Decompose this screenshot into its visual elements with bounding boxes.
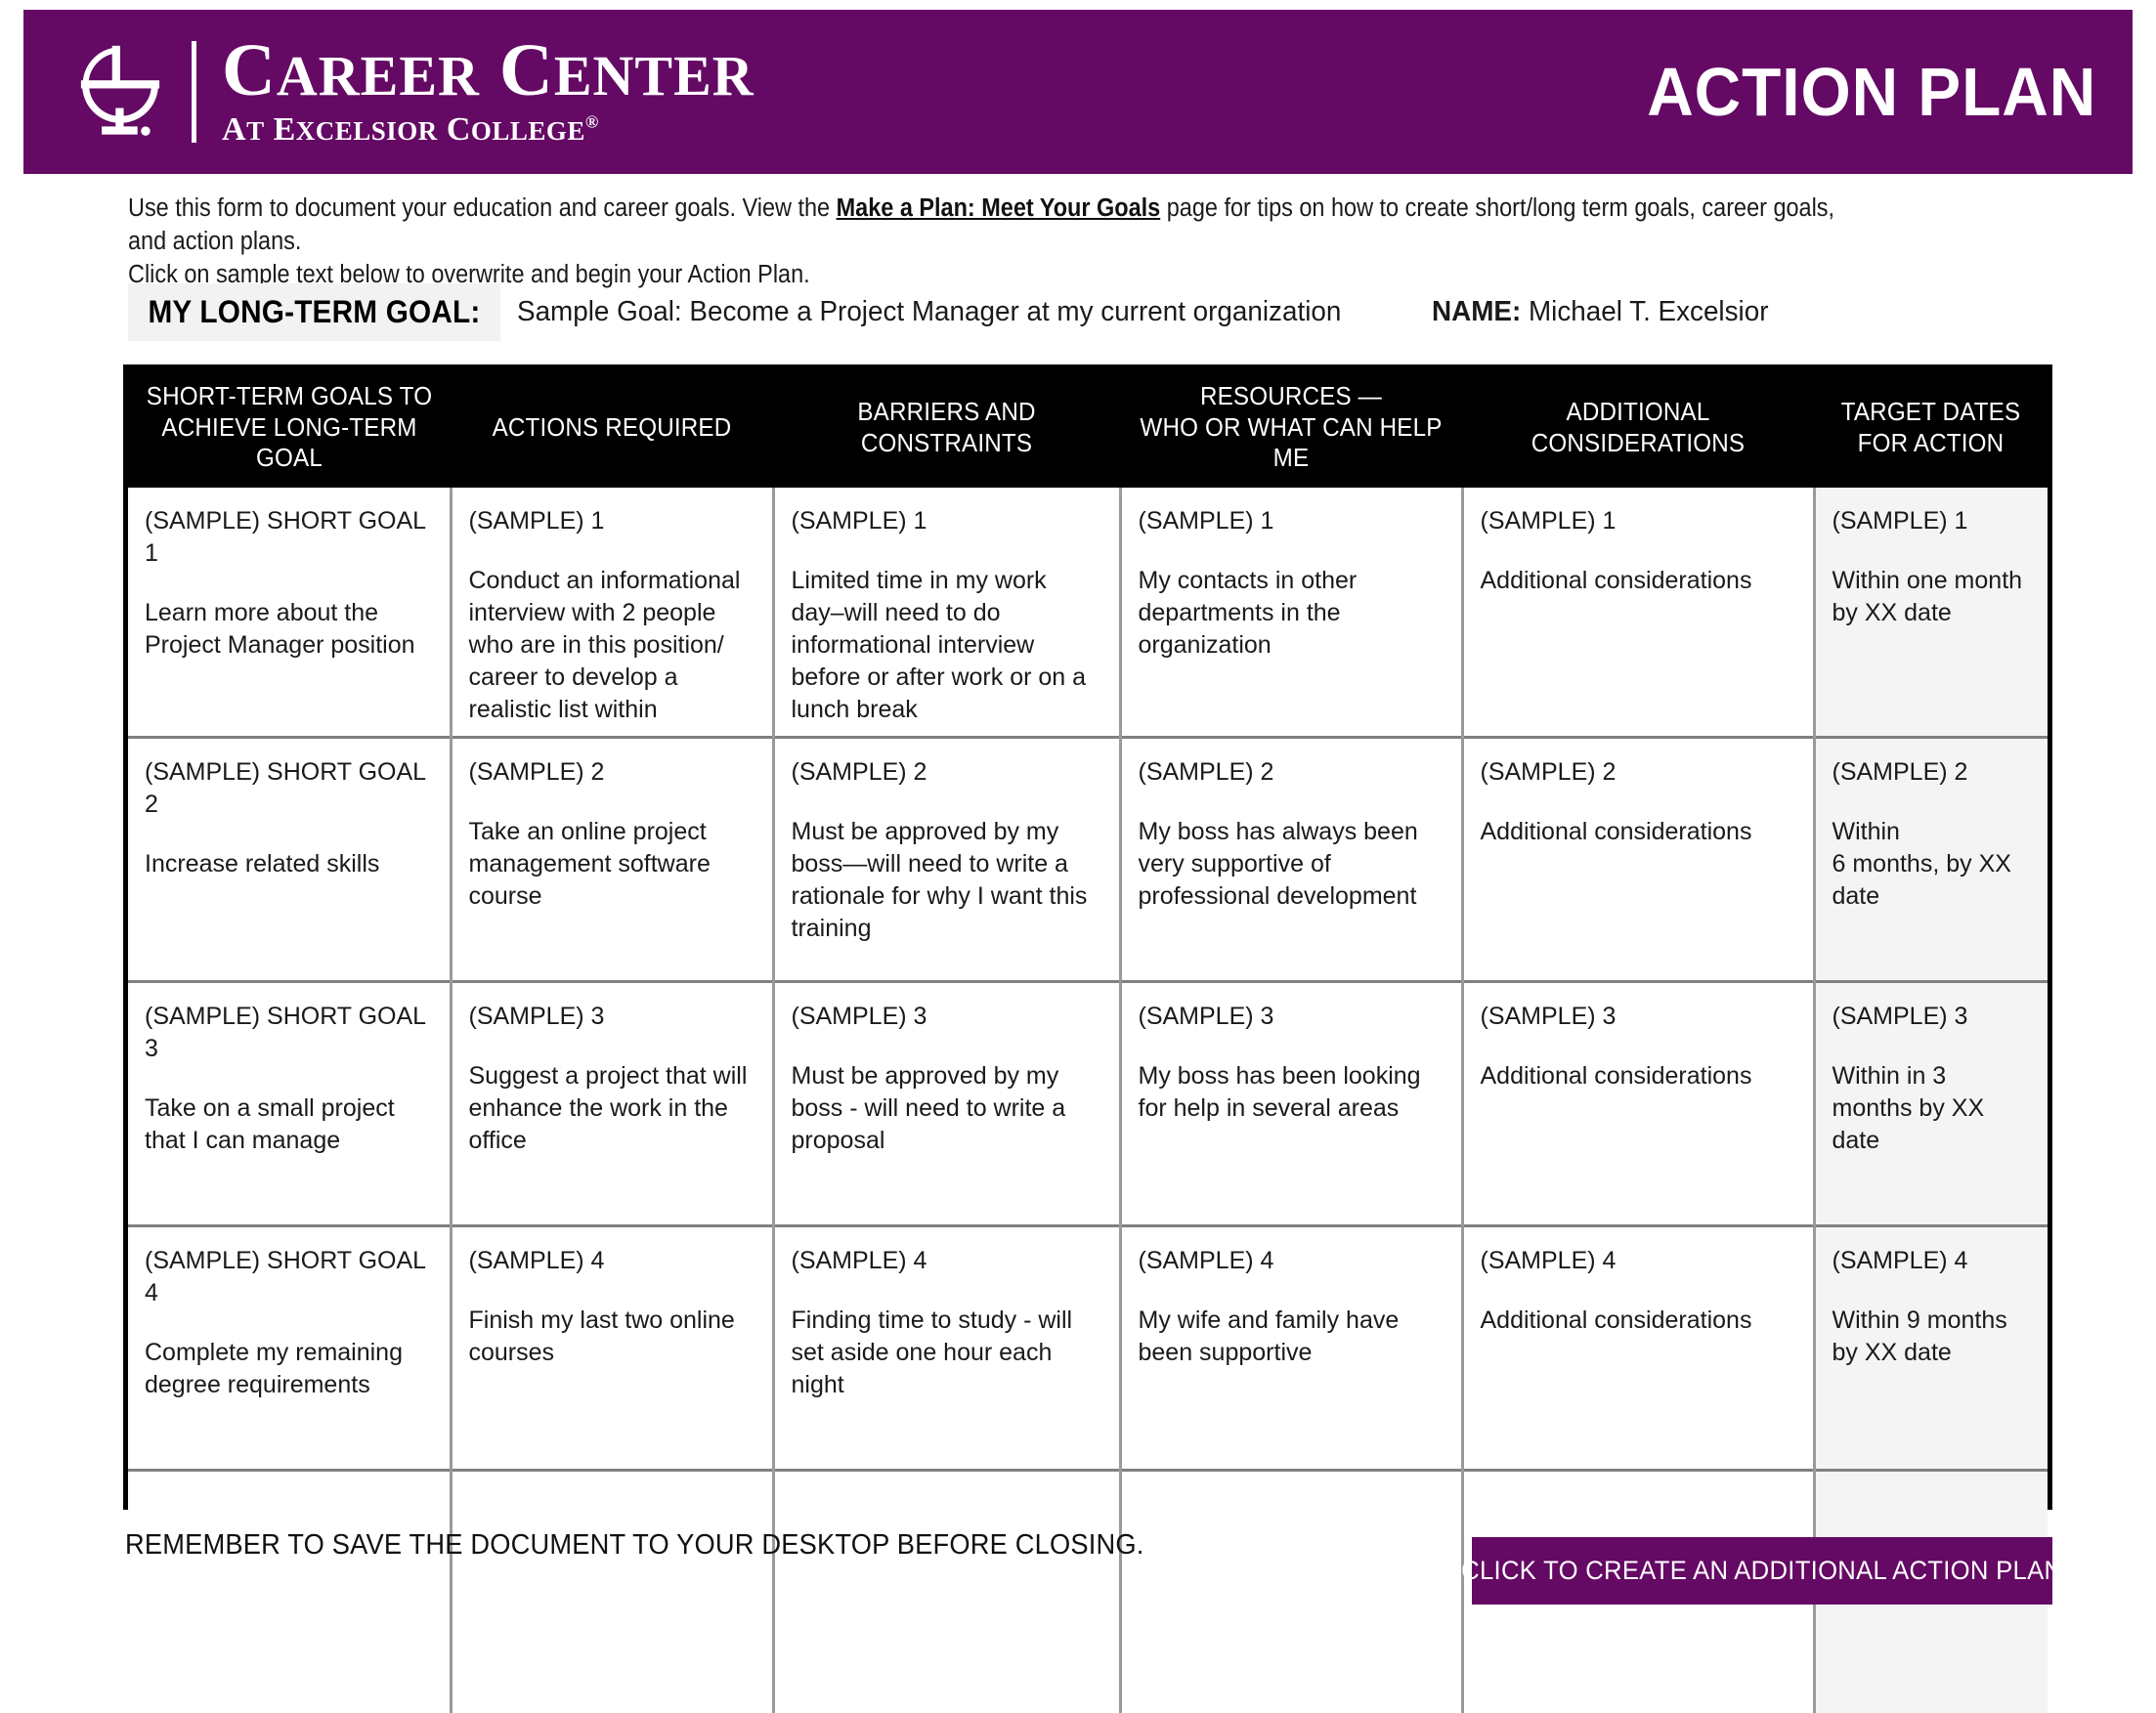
brand-text: CAREER CENTER AT EXCELSIOR COLLEGE® [222,28,755,150]
cell-resources[interactable]: (SAMPLE) 1 My contacts in other departmen… [1120,488,1464,738]
long-term-goal-row: MY LONG-TERM GOAL: Sample Goal: Become a… [128,282,2034,341]
name-field: NAME: Michael T. Excelsior [1432,296,1768,328]
cell-actions-required[interactable]: (SAMPLE) 3 Suggest a project that will en… [451,980,775,1226]
brand-divider [192,41,196,143]
table-header-row: SHORT-TERM GOALS TO ACHIEVE LONG-TERM GO… [128,369,2048,489]
cell-short-term-goal[interactable]: (SAMPLE) SHORT GOAL 3 Take on a small pro… [128,980,453,1226]
header-banner: CAREER CENTER AT EXCELSIOR COLLEGE® ACTI… [23,10,2133,174]
brand-lockup: CAREER CENTER AT EXCELSIOR COLLEGE® [63,10,755,174]
table-row: (SAMPLE) SHORT GOAL 3 Take on a small pro… [128,980,2048,1226]
cell-resources[interactable] [1120,1469,1464,1713]
name-value[interactable]: Michael T. Excelsior [1529,296,1768,327]
make-a-plan-link[interactable]: Make a Plan: Meet Your Goals [837,194,1161,222]
action-plan-page: CAREER CENTER AT EXCELSIOR COLLEGE® ACTI… [0,0,2156,1713]
table-header: SHORT-TERM GOALS TO ACHIEVE LONG-TERM GO… [128,369,2048,489]
intro-paragraph: Use this form to document your education… [128,192,1873,291]
cell-barriers-constraints[interactable] [773,1469,1122,1713]
create-additional-action-plan-label: CLICK TO CREATE AN ADDITIONAL ACTION PLA… [1461,1556,2063,1585]
table-row: (SAMPLE) SHORT GOAL 4 Complete my remaini… [128,1224,2048,1471]
cell-additional-considerations[interactable]: (SAMPLE) 1 Additional considerations [1462,488,1816,738]
cell-barriers-constraints[interactable]: (SAMPLE) 4 Finding time to study - will s… [773,1224,1122,1471]
long-term-goal-label: MY LONG-TERM GOAL: [128,282,500,341]
lamp-of-knowledge-icon [63,34,178,150]
table-row: (SAMPLE) SHORT GOAL 2 Increase related sk… [128,736,2048,982]
column-header-target-dates: TARGET DATES FOR ACTION [1814,369,2048,489]
cell-short-term-goal[interactable]: (SAMPLE) SHORT GOAL 1 Learn more about th… [128,488,453,738]
cell-barriers-constraints[interactable]: (SAMPLE) 1 Limited time in my work day–wi… [773,488,1122,738]
cell-additional-considerations[interactable]: (SAMPLE) 3 Additional considerations [1462,980,1816,1226]
column-header-actions-required: ACTIONS REQUIRED [451,369,773,489]
column-header-barriers-constraints: BARRIERS AND CONSTRAINTS [773,369,1120,489]
cell-barriers-constraints[interactable]: (SAMPLE) 2 Must be approved by my boss—wi… [773,736,1122,982]
cell-target-dates[interactable]: (SAMPLE) 2 Within 6 months, by XX date [1814,736,2048,982]
brand-name: CAREER CENTER [222,28,755,111]
intro-line-1: Use this form to document your education… [128,192,1873,258]
cell-additional-considerations[interactable]: (SAMPLE) 2 Additional considerations [1462,736,1816,982]
name-label: NAME: [1432,295,1522,327]
registered-mark-icon: ® [584,112,599,133]
column-header-additional-considerations: ADDITIONAL CONSIDERATIONS [1462,369,1814,489]
cell-resources[interactable]: (SAMPLE) 4 My wife and family have been s… [1120,1224,1464,1471]
action-plan-table-wrap: SHORT-TERM GOALS TO ACHIEVE LONG-TERM GO… [123,364,2052,1713]
cell-actions-required[interactable]: (SAMPLE) 4 Finish my last two online cour… [451,1224,775,1471]
cell-resources[interactable]: (SAMPLE) 2 My boss has always been very s… [1120,736,1464,982]
long-term-goal-value[interactable]: Sample Goal: Become a Project Manager at… [517,296,1341,328]
cell-short-term-goal[interactable]: (SAMPLE) SHORT GOAL 4 Complete my remaini… [128,1224,453,1471]
intro-text-before-link: Use this form to document your education… [128,194,837,222]
cell-target-dates[interactable]: (SAMPLE) 4 Within 9 months by XX date [1814,1224,2048,1471]
save-reminder-note: REMEMBER TO SAVE THE DOCUMENT TO YOUR DE… [125,1529,1144,1561]
create-additional-action-plan-button[interactable]: CLICK TO CREATE AN ADDITIONAL ACTION PLA… [1461,1537,2062,1605]
column-header-resources: RESOURCES — WHO OR WHAT CAN HELP ME [1120,369,1462,489]
cell-short-term-goal[interactable]: (SAMPLE) SHORT GOAL 2 Increase related sk… [128,736,453,982]
cell-short-term-goal[interactable] [128,1469,453,1713]
table-row: (SAMPLE) SHORT GOAL 1 Learn more about th… [128,488,2048,738]
cell-target-dates[interactable]: (SAMPLE) 1 Within one month by XX date [1814,488,2048,738]
brand-subtitle: AT EXCELSIOR COLLEGE® [222,111,599,149]
cell-actions-required[interactable]: (SAMPLE) 2 Take an online project managem… [451,736,775,982]
column-header-short-term-goals: SHORT-TERM GOALS TO ACHIEVE LONG-TERM GO… [128,369,451,489]
document-title: ACTION PLAN [1646,54,2096,130]
cell-barriers-constraints[interactable]: (SAMPLE) 3 Must be approved by my boss - … [773,980,1122,1226]
action-plan-table: SHORT-TERM GOALS TO ACHIEVE LONG-TERM GO… [128,369,2048,1713]
cell-actions-required[interactable] [451,1469,775,1713]
cell-additional-considerations[interactable]: (SAMPLE) 4 Additional considerations [1462,1224,1816,1471]
cell-target-dates[interactable]: (SAMPLE) 3 Within in 3 months by XX date [1814,980,2048,1226]
cell-actions-required[interactable]: (SAMPLE) 1 Conduct an informational inter… [451,488,775,738]
cell-resources[interactable]: (SAMPLE) 3 My boss has been looking for h… [1120,980,1464,1226]
